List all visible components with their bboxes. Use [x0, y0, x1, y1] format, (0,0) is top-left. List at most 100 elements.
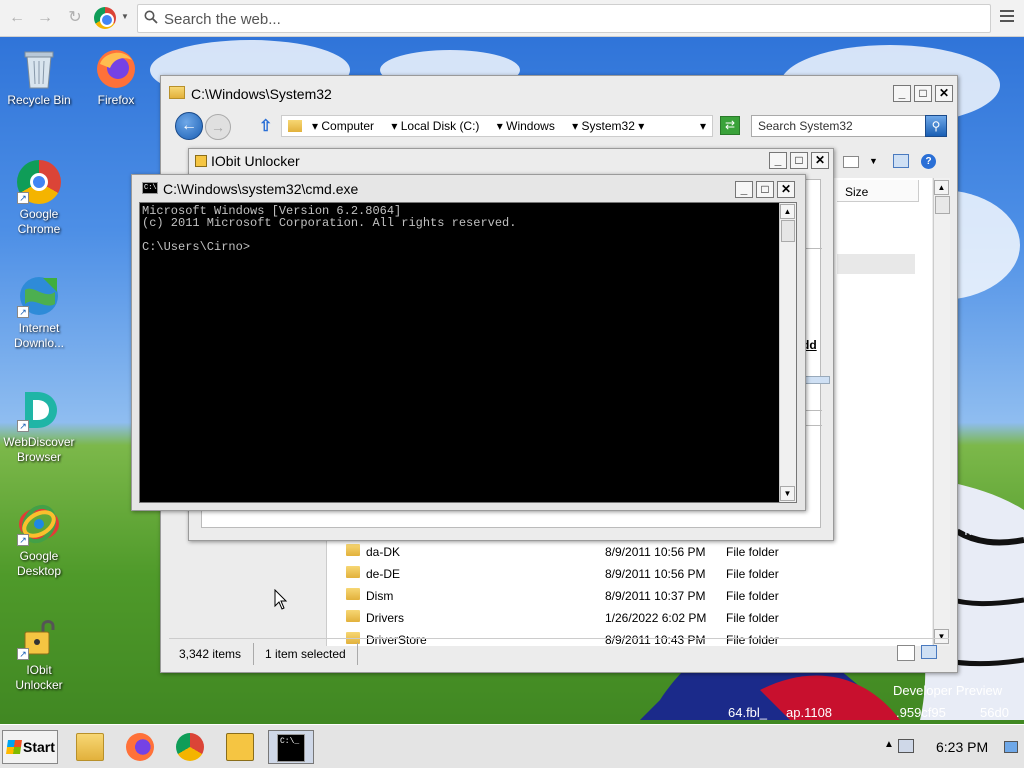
taskbar-chrome[interactable] — [168, 730, 214, 764]
show-desktop-icon[interactable] — [1004, 741, 1018, 753]
globe-download-icon: ↗ — [17, 274, 61, 318]
scroll-up-arrow[interactable]: ▲ — [934, 180, 949, 195]
maximize-button[interactable]: □ — [756, 181, 774, 198]
minimize-button[interactable]: _ — [893, 85, 911, 102]
shortcut-arrow-icon: ↗ — [17, 420, 29, 432]
close-button[interactable]: ✕ — [811, 152, 829, 169]
search-input[interactable]: Search the web... — [137, 4, 991, 33]
back-arrow-icon[interactable]: ← — [6, 8, 28, 28]
desktop-icon-label: WebDiscover Browser — [3, 435, 75, 464]
scroll-thumb[interactable] — [781, 220, 795, 242]
desktop-icon-iobit-unlocker[interactable]: ↗ IObit Unlocker — [1, 616, 77, 693]
search-input[interactable]: Search System32 — [751, 115, 935, 137]
firefox-icon — [94, 46, 138, 90]
search-placeholder: Search the web... — [164, 11, 281, 28]
desktop-icon-google-desktop[interactable]: ↗ Google Desktop — [1, 502, 77, 579]
wallpaper-text: .959cf95 — [896, 705, 946, 720]
close-button[interactable]: ✕ — [777, 181, 795, 198]
console-output[interactable]: Microsoft Windows [Version 6.2.8064] (c)… — [139, 202, 797, 503]
taskbar-iobit-unlocker[interactable] — [218, 730, 264, 764]
breadcrumb[interactable]: ▾ Computer ▾ Local Disk (C:) ▾ Windows ▾… — [281, 115, 713, 137]
unlock-icon — [226, 733, 254, 761]
desktop-icon-label: Firefox — [97, 93, 135, 107]
folder-icon — [169, 86, 185, 99]
help-icon[interactable]: ? — [921, 154, 936, 169]
forward-button[interactable]: → — [205, 114, 231, 140]
taskbar-explorer[interactable] — [68, 730, 114, 764]
scroll-thumb[interactable] — [935, 196, 950, 214]
window-title: C:\Windows\System32 — [191, 86, 332, 102]
chrome-logo-icon[interactable] — [94, 7, 116, 29]
item-count: 3,342 items — [179, 647, 242, 661]
folder-icon — [346, 588, 360, 600]
tiles-view-icon[interactable] — [921, 645, 937, 659]
list-item[interactable]: Drivers 1/26/2022 6:02 PM File folder — [326, 607, 946, 629]
minimize-button[interactable]: _ — [735, 181, 753, 198]
taskbar-cmd[interactable]: C:\_ — [268, 730, 314, 764]
folder-icon — [346, 544, 360, 556]
breadcrumb-item[interactable]: ▾ Computer — [312, 119, 374, 133]
windows-logo-icon — [6, 740, 22, 754]
status-bar: 3,342 items 1 item selected — [169, 638, 949, 666]
explorer-titlebar[interactable]: C:\Windows\System32 _ □ ✕ — [161, 76, 957, 110]
breadcrumb-item[interactable]: ▾ Windows — [497, 119, 555, 133]
chevron-up-icon[interactable]: ▲ — [884, 739, 894, 750]
desktop-icon-google-chrome[interactable]: ↗ Google Chrome — [1, 160, 77, 237]
divider — [253, 643, 254, 665]
clock[interactable]: 6:23 PM — [936, 739, 988, 755]
search-icon — [144, 10, 158, 24]
wallpaper-text: 64.fbl_ — [728, 705, 768, 720]
taskbar-firefox[interactable] — [118, 730, 164, 764]
minimize-button[interactable]: _ — [769, 152, 787, 169]
scrollbar[interactable]: ▲ ▼ — [779, 203, 796, 502]
start-button[interactable]: Start — [2, 730, 58, 764]
network-icon[interactable] — [898, 739, 914, 753]
wallpaper-text: ap.1108 — [786, 705, 833, 720]
desktop-icon-label: Recycle Bin — [7, 93, 71, 107]
desktop-icon-firefox[interactable]: Firefox — [78, 46, 154, 108]
desktop-icon-internet-download-manager[interactable]: ↗ Internet Downlo... — [1, 274, 77, 351]
selected-row-highlight — [837, 254, 915, 274]
up-arrow-icon[interactable]: ⇧ — [259, 116, 272, 136]
terminal-icon: C:\_ — [277, 734, 305, 762]
console-prompt: C:\Users\Cirno> — [142, 240, 251, 254]
refresh-icon[interactable]: ⇄ — [720, 116, 740, 135]
system-tray: ▲ 6:23 PM — [874, 725, 1024, 768]
unlock-icon — [195, 155, 207, 167]
desktop-icon-label: Google Chrome — [17, 207, 61, 236]
forward-arrow-icon[interactable]: → — [34, 8, 56, 28]
folder-icon — [346, 566, 360, 578]
list-item[interactable]: de-DE 8/9/2011 10:56 PM File folder — [326, 563, 946, 585]
list-item[interactable]: Dism 8/9/2011 10:37 PM File folder — [326, 585, 946, 607]
mouse-cursor-icon — [274, 589, 288, 610]
cmd-window[interactable]: C:\ C:\Windows\system32\cmd.exe _ □ ✕ Mi… — [131, 174, 806, 511]
scroll-down-arrow[interactable]: ▼ — [780, 486, 795, 501]
breadcrumb-item[interactable]: ▾ Local Disk (C:) — [391, 119, 479, 133]
maximize-button[interactable]: □ — [914, 85, 932, 102]
reload-icon[interactable]: ↻ — [64, 8, 86, 28]
back-button[interactable]: ← — [175, 112, 203, 140]
chevron-down-icon[interactable]: ▼ — [869, 156, 878, 166]
list-item[interactable]: da-DK 8/9/2011 10:56 PM File folder — [326, 541, 946, 563]
iobit-titlebar[interactable]: IObit Unlocker _ □ ✕ — [189, 149, 833, 173]
window-title: C:\Windows\system32\cmd.exe — [163, 181, 359, 197]
search-icon[interactable]: ⚲ — [925, 115, 947, 137]
chevron-down-icon[interactable]: ▼ — [121, 12, 129, 21]
terminal-icon: C:\ — [142, 182, 158, 194]
details-view-icon[interactable] — [897, 645, 915, 661]
maximize-button[interactable]: □ — [790, 152, 808, 169]
menu-icon[interactable] — [1000, 10, 1014, 24]
taskbar: Start C:\_ ▲ 6:23 PM — [0, 724, 1024, 768]
desktop-icon-webdiscover-browser[interactable]: ↗ WebDiscover Browser — [1, 388, 77, 465]
view-options-icon[interactable] — [843, 156, 859, 168]
breadcrumb-item[interactable]: ▾ System32 ▾ — [572, 119, 644, 133]
column-header-size[interactable]: Size — [837, 180, 919, 202]
scroll-up-arrow[interactable]: ▲ — [780, 204, 795, 219]
cmd-titlebar[interactable]: C:\ C:\Windows\system32\cmd.exe _ □ ✕ — [132, 175, 805, 199]
desktop-icon-recycle-bin[interactable]: Recycle Bin — [1, 46, 77, 108]
chevron-down-icon[interactable]: ▾ — [700, 119, 706, 133]
folder-icon — [346, 610, 360, 622]
close-button[interactable]: ✕ — [935, 85, 953, 102]
preview-pane-icon[interactable] — [893, 154, 909, 168]
chrome-icon — [176, 733, 204, 761]
